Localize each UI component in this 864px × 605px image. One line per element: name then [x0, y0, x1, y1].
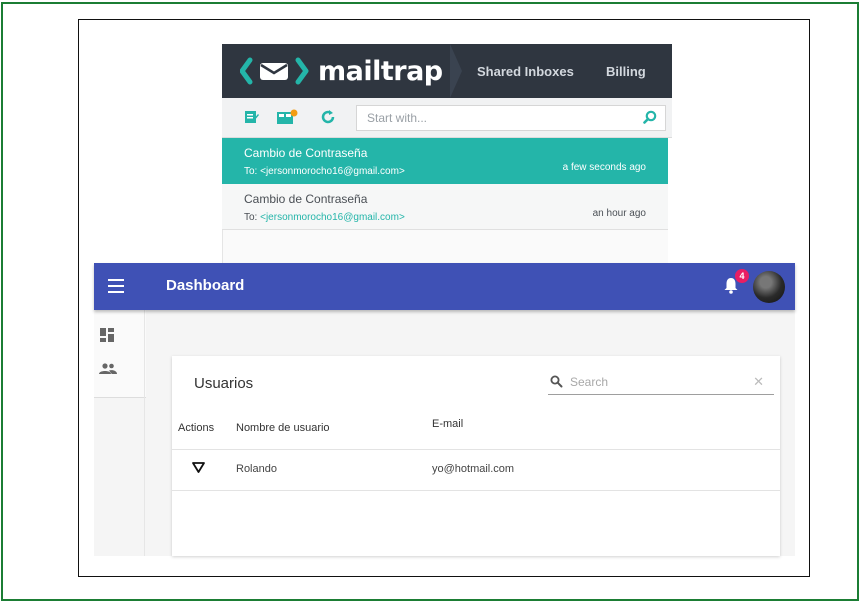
brand-name: mailtrap — [318, 55, 443, 87]
nav-separator — [450, 44, 462, 98]
card-title: Usuarios — [194, 375, 254, 392]
side-divider — [144, 310, 145, 556]
message-recipient: To: <jersonmorocho16@gmail.com> — [244, 166, 405, 177]
message-recipient: To: <jersonmorocho16@gmail.com> — [244, 212, 405, 223]
nav-billing[interactable]: Billing — [606, 64, 646, 79]
page-title: Dashboard — [166, 277, 245, 294]
search-icon — [550, 375, 563, 393]
message-subject: Cambio de Contraseña — [244, 192, 368, 206]
edit-icon[interactable] — [244, 108, 260, 126]
side-nav — [94, 310, 146, 398]
notification-badge: 4 — [735, 269, 749, 283]
column-header-email[interactable]: E-mail — [432, 418, 463, 430]
message-time: a few seconds ago — [562, 162, 646, 173]
mailtrap-logo[interactable]: mailtrap — [240, 54, 443, 88]
inbox-toolbar: Start with... — [222, 98, 672, 138]
search-placeholder: Start with... — [367, 111, 428, 125]
app-bar: Dashboard 4 — [94, 263, 795, 310]
users-card: Usuarios Search ✕ Actions Nombre de usua… — [172, 356, 780, 556]
dashboard-grid-icon[interactable] — [100, 328, 114, 347]
column-header-name[interactable]: Nombre de usuario — [236, 422, 330, 434]
row-actions-caret-icon[interactable] — [192, 460, 205, 478]
nav-shared-inboxes[interactable]: Shared Inboxes — [477, 64, 574, 79]
message-subject: Cambio de Contraseña — [244, 146, 368, 160]
clear-icon[interactable]: ✕ — [753, 374, 764, 390]
search-placeholder: Search — [570, 375, 609, 389]
users-icon[interactable] — [99, 362, 117, 380]
message-item[interactable]: Cambio de Contraseña To: <jersonmorocho1… — [222, 184, 668, 230]
message-time: an hour ago — [592, 208, 646, 219]
row-divider — [172, 490, 780, 491]
mark-read-icon[interactable] — [276, 108, 298, 126]
message-list-empty — [222, 230, 668, 264]
user-name-cell: Rolando — [236, 463, 277, 475]
refresh-icon[interactable] — [320, 108, 336, 126]
search-icon[interactable] — [643, 110, 657, 127]
users-search-input[interactable]: Search ✕ — [548, 372, 774, 395]
mail-envelope-icon — [240, 57, 309, 85]
message-item[interactable]: Cambio de Contraseña To: <jersonmorocho1… — [222, 138, 668, 184]
menu-icon[interactable] — [108, 279, 124, 293]
header-divider — [172, 449, 780, 450]
mailtrap-header: mailtrap Shared Inboxes Billing — [222, 44, 672, 98]
user-email-cell: yo@hotmail.com — [432, 463, 515, 475]
inbox-search-input[interactable]: Start with... — [356, 105, 666, 131]
column-header-actions[interactable]: Actions — [178, 422, 214, 434]
avatar[interactable] — [753, 271, 785, 303]
